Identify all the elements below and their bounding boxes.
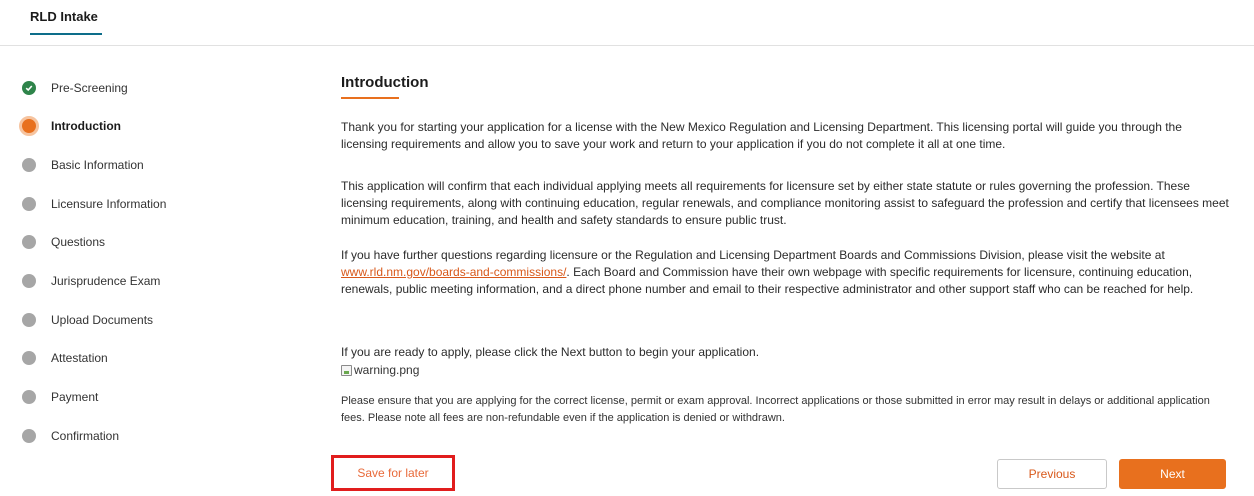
step-payment[interactable]: Payment [22, 387, 98, 407]
step-label: Questions [51, 235, 106, 249]
pending-step-icon [22, 429, 36, 443]
step-label: Payment [51, 390, 99, 404]
check-icon [22, 81, 36, 95]
next-button[interactable]: Next [1119, 459, 1226, 489]
main-content: Introduction Thank you for starting your… [341, 74, 1231, 424]
active-tab-indicator [30, 33, 102, 35]
image-alt-text: warning.png [354, 363, 420, 377]
step-questions[interactable]: Questions [22, 232, 105, 252]
questions-text: If you have further questions regarding … [341, 248, 1165, 262]
step-label: Introduction [51, 119, 121, 133]
broken-image-icon [341, 364, 352, 376]
boards-commissions-link[interactable]: www.rld.nm.gov/boards-and-commissions/ [341, 265, 566, 279]
tab-rld-intake[interactable]: RLD Intake [30, 9, 98, 24]
fee-notice: Please ensure that you are applying for … [341, 395, 1210, 424]
title-underline [341, 97, 399, 99]
step-label: Attestation [51, 351, 108, 365]
questions-paragraph: If you have further questions regarding … [341, 247, 1231, 298]
step-label: Upload Documents [51, 313, 154, 327]
step-attestation[interactable]: Attestation [22, 348, 108, 368]
save-for-later-button[interactable]: Save for later [331, 455, 455, 491]
pending-step-icon [22, 351, 36, 365]
step-jurisprudence-exam[interactable]: Jurisprudence Exam [22, 271, 160, 291]
pending-step-icon [22, 274, 36, 288]
previous-button[interactable]: Previous [997, 459, 1107, 489]
pending-step-icon [22, 197, 36, 211]
step-label: Basic Information [51, 158, 144, 172]
pending-step-icon [22, 390, 36, 404]
pending-step-icon [22, 313, 36, 327]
current-step-icon [19, 116, 39, 136]
intro-paragraph: Thank you for starting your application … [341, 120, 1182, 151]
step-upload-documents[interactable]: Upload Documents [22, 310, 153, 330]
tab-bar: RLD Intake [0, 0, 1254, 46]
step-label: Confirmation [51, 429, 120, 443]
step-label: Jurisprudence Exam [51, 274, 161, 288]
step-label: Pre-Screening [51, 81, 128, 95]
step-introduction[interactable]: Introduction [19, 116, 121, 136]
step-pre-screening[interactable]: Pre-Screening [22, 78, 128, 98]
step-label: Licensure Information [51, 197, 167, 211]
step-licensure-information[interactable]: Licensure Information [22, 194, 166, 214]
page-title: Introduction [341, 74, 429, 91]
step-basic-information[interactable]: Basic Information [22, 155, 144, 175]
requirements-paragraph: This application will confirm that each … [341, 179, 1229, 227]
ready-paragraph: If you are ready to apply, please click … [341, 345, 760, 359]
warning-image: warning.png [341, 363, 419, 377]
pending-step-icon [22, 158, 36, 172]
pending-step-icon [22, 235, 36, 249]
step-confirmation[interactable]: Confirmation [22, 426, 119, 446]
